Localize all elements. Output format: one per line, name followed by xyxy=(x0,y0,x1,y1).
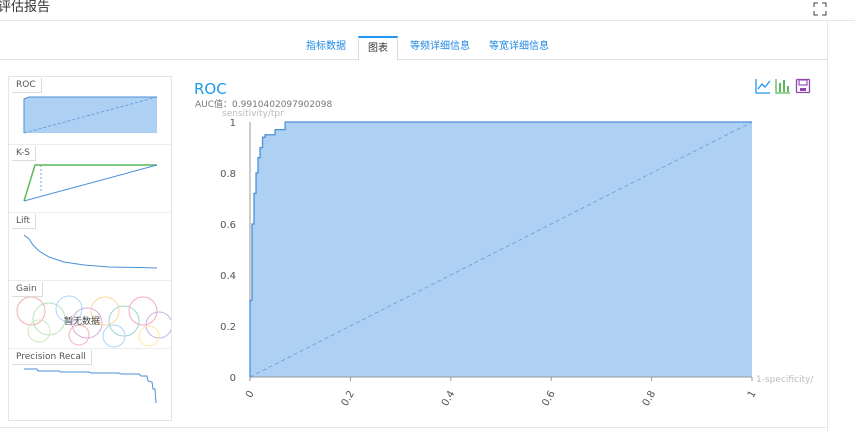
y-tick-label: 0.8 xyxy=(220,169,236,180)
y-tick-label: 1 xyxy=(230,118,236,129)
x-tick-label: 0.4 xyxy=(440,389,457,408)
x-axis-title: 1-specificity/ xyxy=(756,375,814,385)
x-tick-label: 0 xyxy=(244,389,257,400)
x-tick-label: 0.2 xyxy=(340,389,357,408)
x-tick-label: 1 xyxy=(746,389,759,400)
x-tick-label: 0.8 xyxy=(641,389,658,408)
roc-plot: sensitivity/tpr 1-specificity/ 00.20.40.… xyxy=(220,109,814,408)
y-tick-label: 0.2 xyxy=(220,322,236,333)
y-tick-label: 0.4 xyxy=(220,271,236,282)
x-tick-label: 0.6 xyxy=(540,389,557,408)
y-tick-label: 0 xyxy=(230,373,236,384)
y-tick-label: 0.6 xyxy=(220,220,236,231)
